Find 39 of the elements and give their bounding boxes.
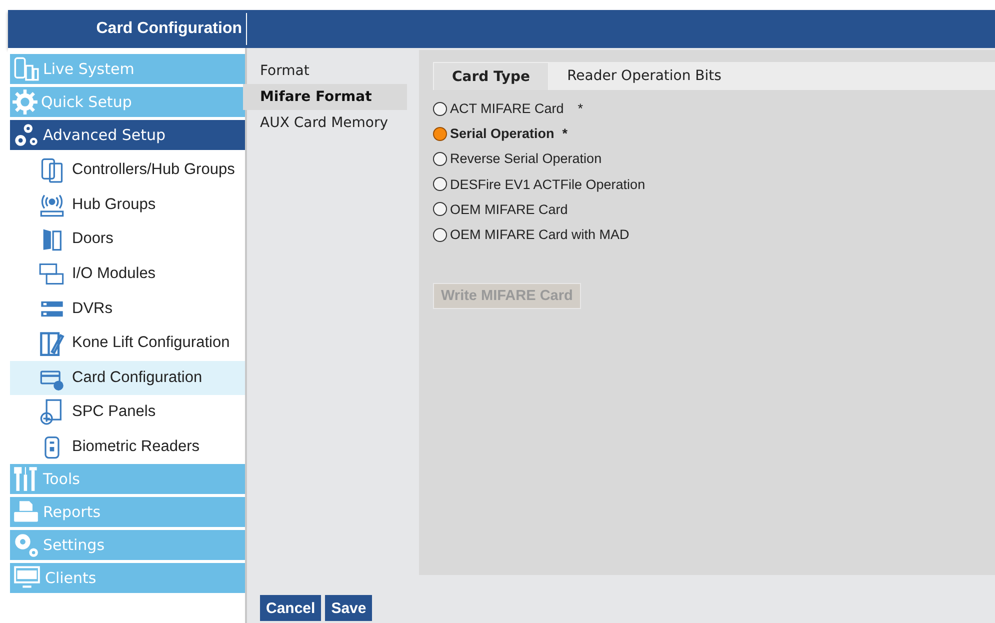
tab[interactable]: Card Type xyxy=(433,62,550,90)
option-label: DESFire EV1 ACTFile Operation xyxy=(450,176,646,192)
required-mark: * xyxy=(578,101,584,116)
option-label: Reverse Serial Operation xyxy=(450,151,602,166)
gear-icon xyxy=(12,89,38,115)
sidebar-subitem[interactable]: Hub Groups xyxy=(10,188,245,222)
option-label: OEM MIFARE Card xyxy=(450,202,568,217)
subnav-item[interactable]: Mifare Format xyxy=(243,84,407,110)
cancel-button[interactable]: Cancel xyxy=(260,595,322,621)
option-label: OEM MIFARE Card with MAD xyxy=(450,227,630,242)
sidebar-subitem[interactable]: Biometric Readers xyxy=(10,430,245,464)
sidebar-subitem[interactable]: DVRs xyxy=(10,291,245,326)
tools-icon xyxy=(12,466,40,492)
radio-button[interactable] xyxy=(433,126,447,141)
devices-icon xyxy=(12,56,40,82)
sidebar-subitem[interactable]: Doors xyxy=(10,222,245,257)
radio-button[interactable] xyxy=(433,228,447,242)
sidebar-subitem[interactable]: Card Configuration xyxy=(10,360,245,396)
radio-button[interactable] xyxy=(433,102,447,116)
sidebar-item[interactable]: Advanced Setup xyxy=(10,120,245,150)
save-button[interactable]: Save xyxy=(325,595,372,621)
option-label: Serial Operation xyxy=(450,126,554,142)
tab[interactable]: Reader Operation Bits xyxy=(549,62,740,90)
sidebar-subitem[interactable]: I/O Modules xyxy=(10,256,245,292)
subnav-item[interactable]: Format xyxy=(243,58,407,84)
sidebar-subitem[interactable]: SPC Panels xyxy=(10,395,245,430)
subnav-item[interactable]: AUX Card Memory xyxy=(243,110,407,136)
option-label: ACT MIFARE Card xyxy=(450,101,564,116)
clipboard-pen-icon xyxy=(38,330,66,356)
gears-icon xyxy=(12,122,40,148)
cabinet-icon xyxy=(39,157,65,184)
required-mark: * xyxy=(562,126,568,142)
sidebar-subitem[interactable]: Kone Lift Configuration xyxy=(10,326,245,361)
radio-button[interactable] xyxy=(433,152,447,166)
radio-button[interactable] xyxy=(433,177,447,192)
page-title: Card Configuration xyxy=(96,20,242,38)
sidebar-subitem[interactable]: Controllers/Hub Groups xyxy=(10,153,245,188)
gears-icon xyxy=(12,532,40,558)
radio-button[interactable] xyxy=(433,202,447,216)
